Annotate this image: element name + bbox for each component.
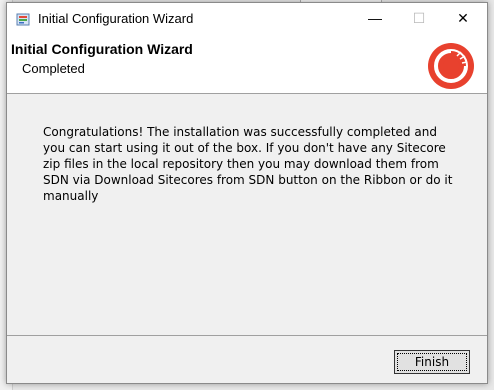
completion-message: Congratulations! The installation was su…: [43, 125, 453, 203]
header-title: Initial Configuration Wizard: [11, 41, 193, 57]
wizard-footer: Finish: [7, 336, 487, 383]
maximize-icon: ☐: [412, 9, 426, 26]
header-subtitle: Completed: [22, 61, 85, 76]
wizard-window: Initial Configuration Wizard — ☐ ✕ Initi…: [6, 2, 488, 384]
sitecore-logo-icon: [428, 43, 474, 89]
maximize-button[interactable]: ☐: [397, 3, 441, 33]
minimize-button[interactable]: —: [353, 3, 397, 33]
wizard-header: Initial Configuration Wizard Completed: [7, 33, 487, 94]
close-icon: ✕: [457, 9, 469, 26]
title-bar: Initial Configuration Wizard — ☐ ✕: [7, 3, 487, 33]
window-title: Initial Configuration Wizard: [38, 11, 194, 26]
wizard-body: Congratulations! The installation was su…: [7, 94, 487, 336]
minimize-icon: —: [368, 10, 382, 26]
close-button[interactable]: ✕: [441, 3, 485, 33]
finish-button[interactable]: Finish: [394, 350, 470, 374]
app-icon: [16, 13, 30, 26]
